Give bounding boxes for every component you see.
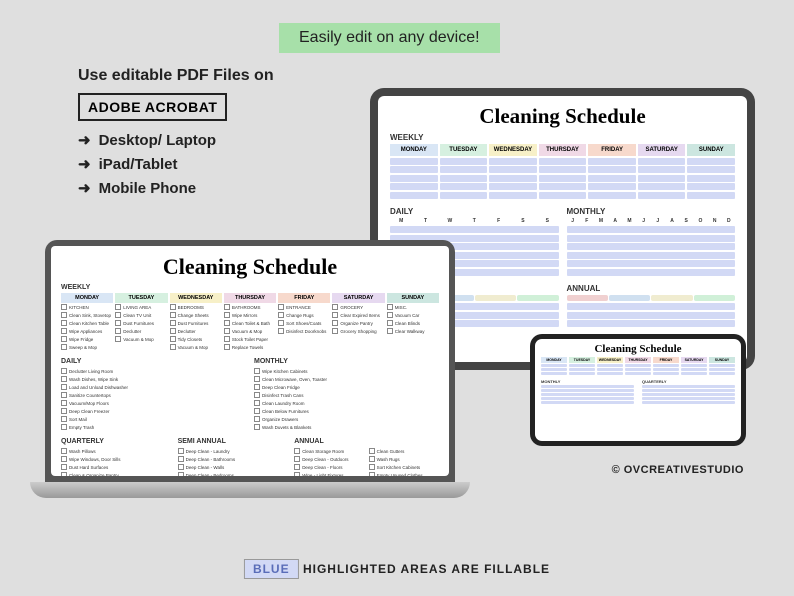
adobe-badge: ADOBE ACROBAT bbox=[78, 93, 227, 121]
page-title: Cleaning Schedule bbox=[390, 104, 735, 129]
blue-badge: BLUE bbox=[244, 559, 299, 579]
marketing-heading: Use editable PDF Files on bbox=[78, 67, 348, 85]
device-list: Desktop/ Laptop iPad/Tablet Mobile Phone bbox=[78, 131, 348, 197]
page-title: Cleaning Schedule bbox=[61, 254, 439, 280]
device-tablet: iPad/Tablet bbox=[78, 155, 348, 173]
marketing-block: Use editable PDF Files on ADOBE ACROBAT … bbox=[78, 67, 348, 203]
footer-text: HIGHLIGHTED AREAS ARE FILLABLE bbox=[303, 562, 550, 576]
device-phone: Mobile Phone bbox=[78, 179, 348, 197]
device-desktop: Desktop/ Laptop bbox=[78, 131, 348, 149]
laptop-mockup: Cleaning Schedule WEEKLY MONDAYKITCHENCl… bbox=[45, 240, 455, 520]
weekly-label: WEEKLY bbox=[390, 133, 735, 142]
promo-banner: Easily edit on any device! bbox=[279, 23, 500, 53]
credit-text: © OVCREATIVESTUDIO bbox=[612, 464, 744, 476]
phone-mockup: Cleaning Schedule MONDAY TUESDAY WEDNESD… bbox=[530, 334, 746, 446]
weekly-grid: MONDAY TUESDAY WEDNESDAY THURSDAY FRIDAY… bbox=[390, 144, 735, 200]
footer-note: BLUE HIGHLIGHTED AREAS ARE FILLABLE bbox=[244, 562, 550, 576]
